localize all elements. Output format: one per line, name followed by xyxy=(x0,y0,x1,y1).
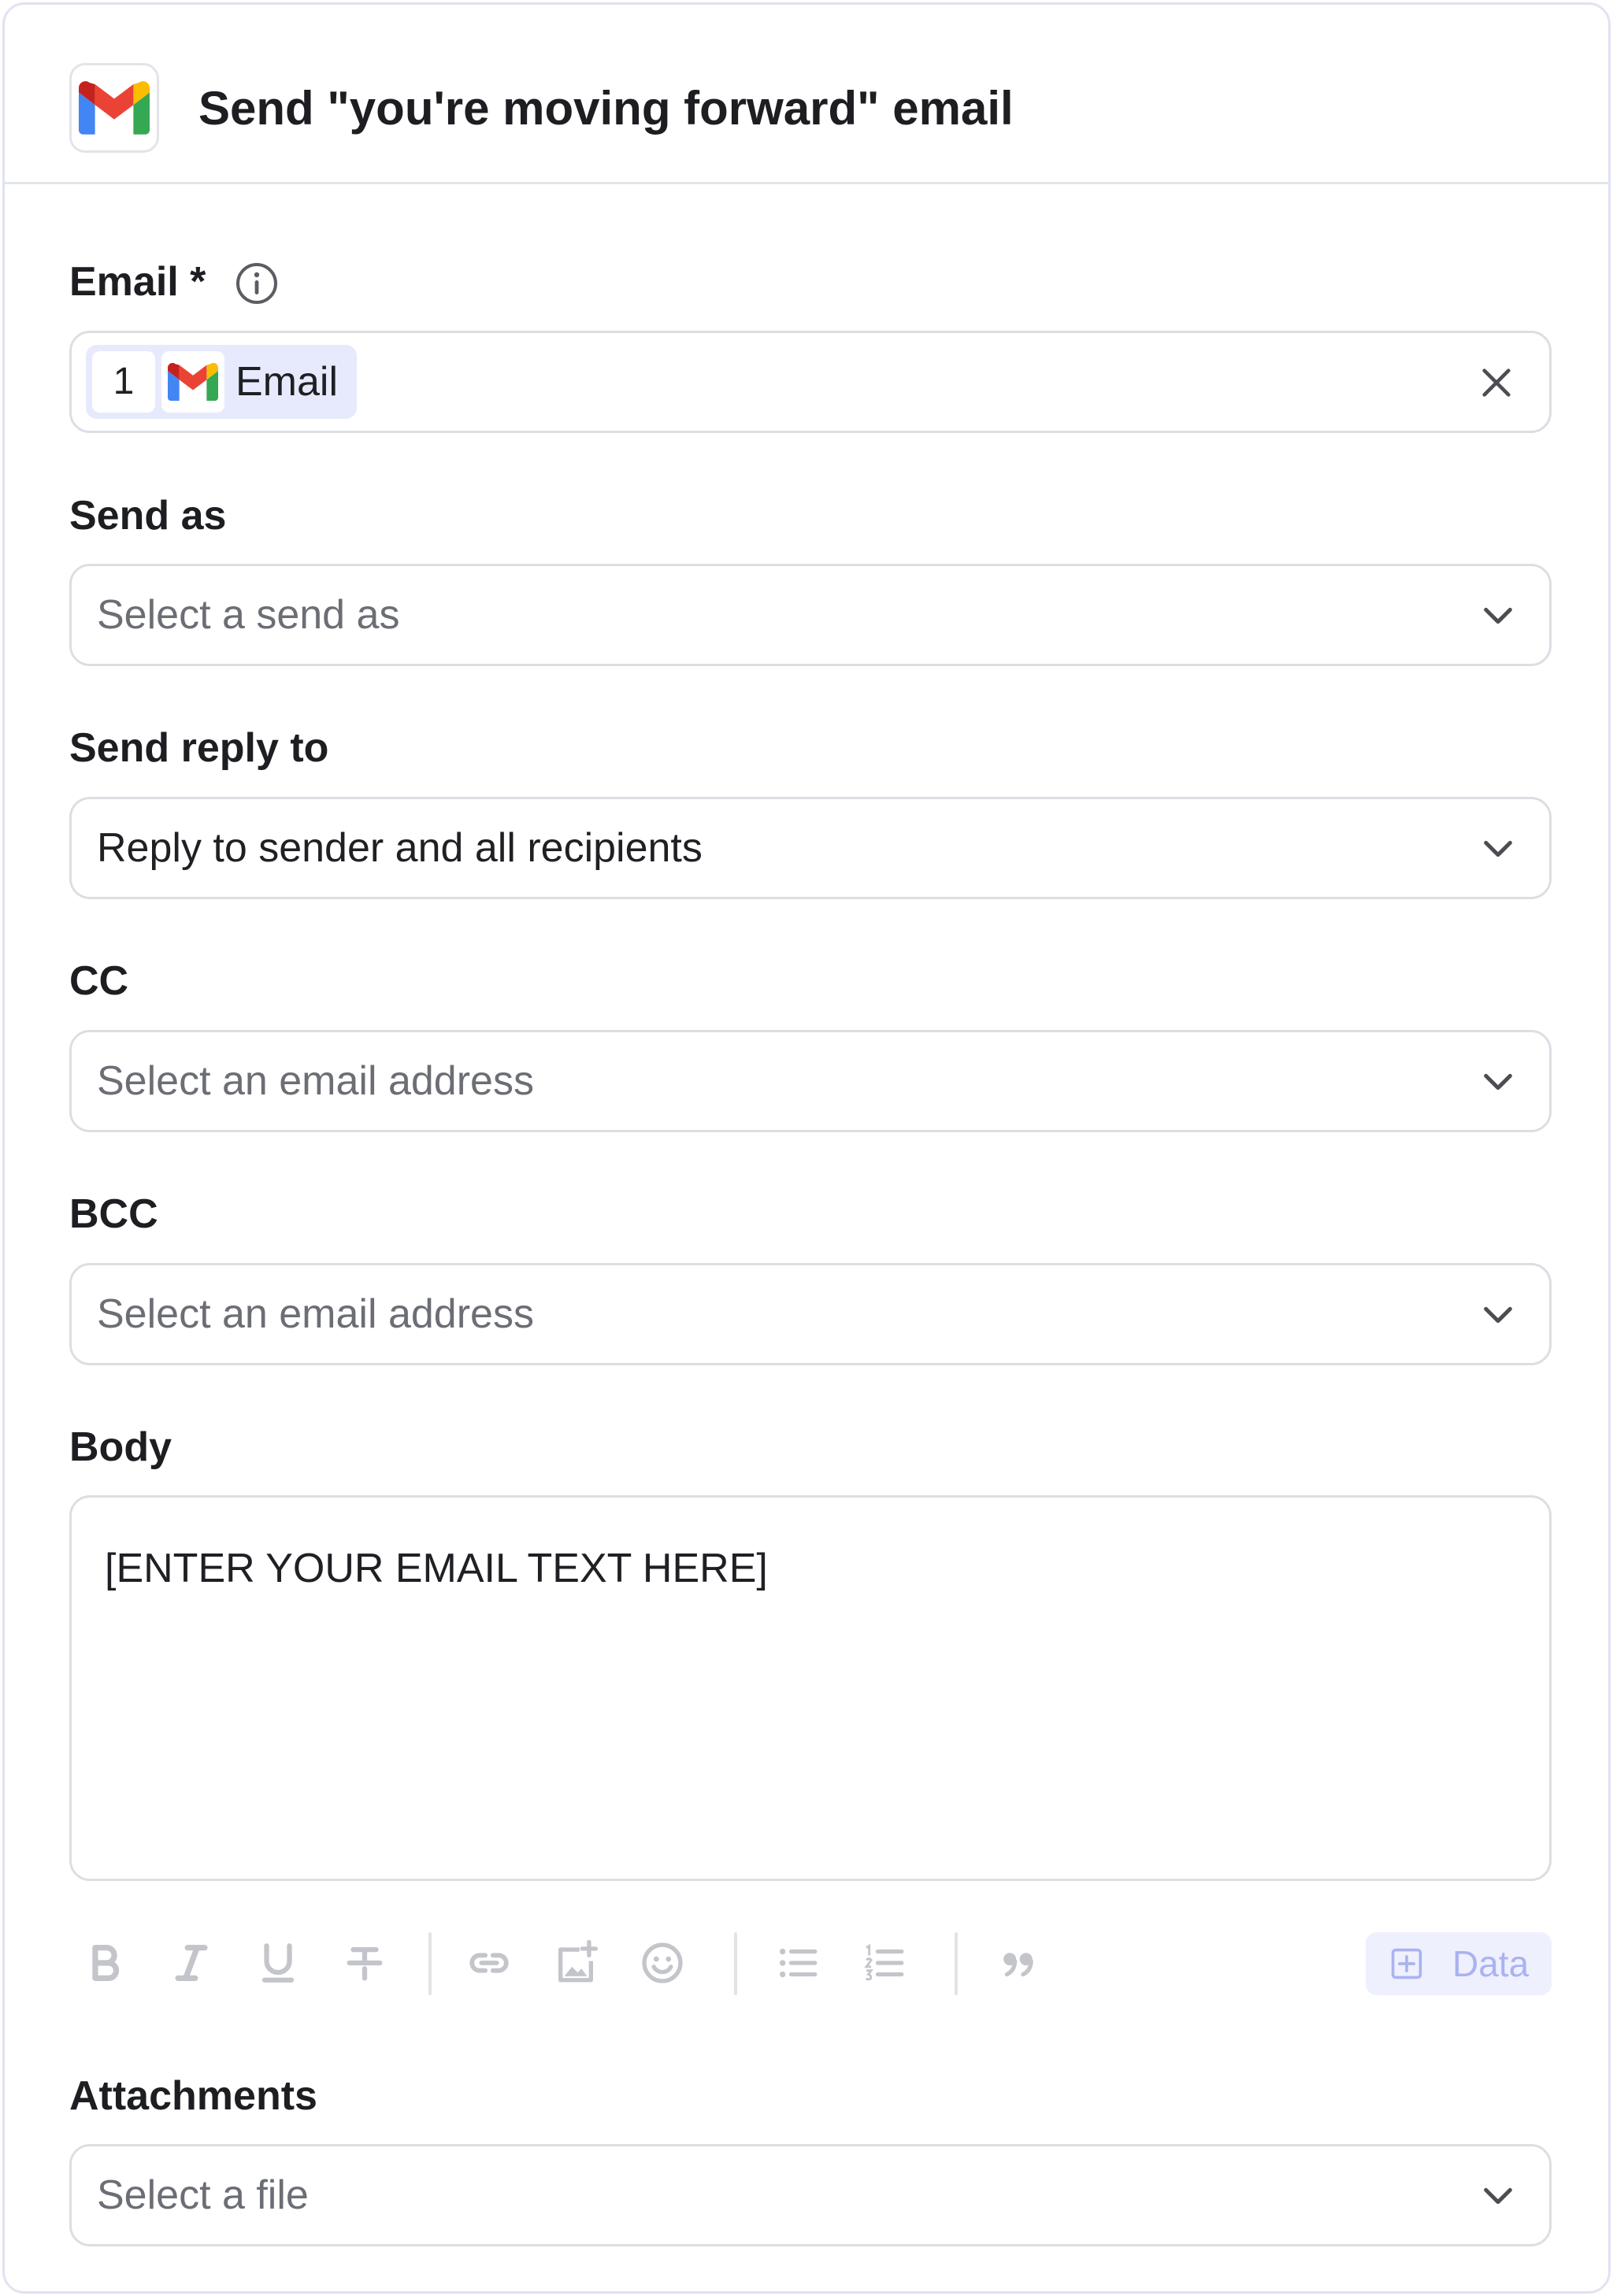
chevron-down-icon xyxy=(1484,840,1512,857)
toolbar-divider xyxy=(428,1932,432,1995)
bcc-placeholder: Select an email address xyxy=(97,1291,534,1337)
cc-select[interactable]: Select an email address xyxy=(69,1030,1552,1132)
formatting-toolbar: Data xyxy=(69,1926,1552,1998)
chevron-down-icon xyxy=(1484,2187,1512,2205)
attachments-label: Attachments xyxy=(69,2073,317,2119)
insert-data-button[interactable]: Data xyxy=(1366,1932,1552,1995)
chevron-down-icon xyxy=(1484,1073,1512,1091)
body-editor[interactable]: [ENTER YOUR EMAIL TEXT HERE] xyxy=(69,1495,1552,1881)
toolbar-divider xyxy=(734,1932,737,1995)
page-title: Send "you're moving forward" email xyxy=(198,82,1014,135)
chevron-down-icon xyxy=(1484,1306,1512,1324)
close-icon[interactable] xyxy=(1478,365,1515,401)
gmail-logo-icon xyxy=(69,63,159,153)
email-field[interactable]: 1 Email xyxy=(69,331,1552,433)
bold-icon[interactable] xyxy=(82,1940,128,1986)
attachments-placeholder: Select a file xyxy=(97,2172,309,2218)
strikethrough-icon[interactable] xyxy=(342,1940,387,1986)
emoji-icon[interactable] xyxy=(640,1940,685,1986)
email-variable-chip[interactable]: 1 Email xyxy=(86,345,357,419)
numbered-list-icon[interactable] xyxy=(862,1940,907,1986)
bcc-select[interactable]: Select an email address xyxy=(69,1263,1552,1365)
info-icon[interactable] xyxy=(235,261,279,306)
link-icon[interactable] xyxy=(466,1940,512,1986)
cc-placeholder: Select an email address xyxy=(97,1058,534,1104)
body-label: Body xyxy=(69,1424,172,1470)
chip-step-number: 1 xyxy=(92,351,155,413)
send-reply-to-value: Reply to sender and all recipients xyxy=(97,825,703,871)
gmail-logo-icon xyxy=(161,351,224,413)
send-as-placeholder: Select a send as xyxy=(97,592,400,638)
send-reply-to-label: Send reply to xyxy=(69,725,329,771)
bulleted-list-icon[interactable] xyxy=(775,1940,821,1986)
toolbar-divider xyxy=(955,1932,958,1995)
underline-icon[interactable] xyxy=(255,1940,301,1986)
add-box-icon xyxy=(1391,1948,1422,1979)
card-header: Send "you're moving forward" email xyxy=(5,5,1608,184)
cc-label: CC xyxy=(69,958,129,1004)
step-card: Send "you're moving forward" email Email… xyxy=(2,2,1611,2294)
send-reply-to-select[interactable]: Reply to sender and all recipients xyxy=(69,797,1552,899)
add-image-icon[interactable] xyxy=(553,1940,599,1986)
bcc-label: BCC xyxy=(69,1191,158,1237)
italic-icon[interactable] xyxy=(169,1940,214,1986)
chevron-down-icon xyxy=(1484,607,1512,624)
quote-icon[interactable] xyxy=(996,1940,1041,1986)
email-label: Email * xyxy=(69,259,206,305)
send-as-label: Send as xyxy=(69,493,227,539)
send-as-select[interactable]: Select a send as xyxy=(69,564,1552,666)
attachments-select[interactable]: Select a file xyxy=(69,2144,1552,2246)
body-text[interactable]: [ENTER YOUR EMAIL TEXT HERE] xyxy=(105,1543,768,1594)
data-button-label: Data xyxy=(1452,1943,1530,1984)
chip-label: Email xyxy=(235,359,339,405)
